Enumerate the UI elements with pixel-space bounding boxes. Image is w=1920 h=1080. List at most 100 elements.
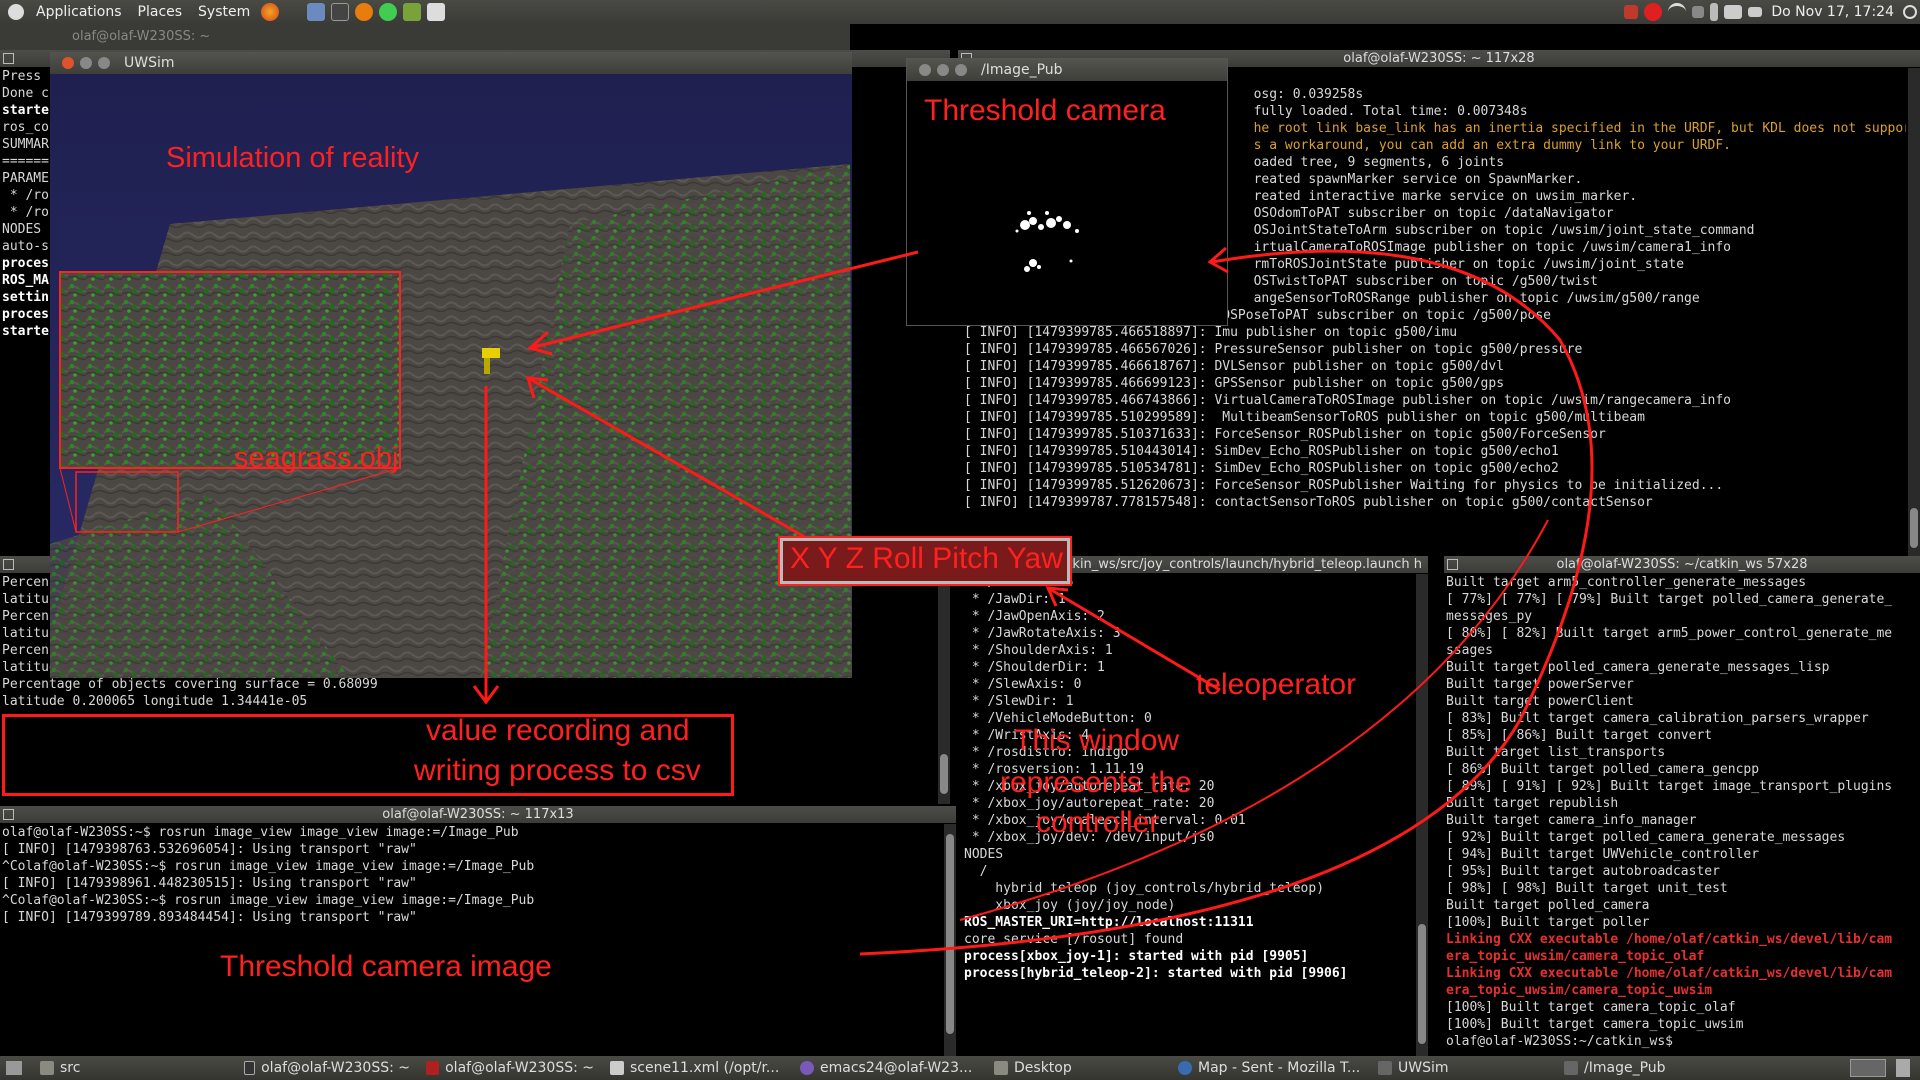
no-entry-icon[interactable]	[1644, 3, 1663, 21]
power-icon[interactable]	[1903, 5, 1917, 19]
window-icon	[1378, 1061, 1392, 1075]
editor-launcher-icon[interactable]	[403, 3, 422, 21]
terminal-imageview-output[interactable]: olaf@olaf-W230SS:~$ rosrun image_view im…	[2, 824, 942, 1056]
taskbar-item-terminal-1[interactable]: olaf@olaf-W230SS: ~	[238, 1057, 416, 1079]
taskbar-item-uwsim[interactable]: UWSim	[1372, 1057, 1554, 1079]
menu-places[interactable]: Places	[130, 4, 191, 20]
terminal-uwsim-scrollbar[interactable]	[1908, 68, 1920, 556]
terminal-line: [ INFO] [1479398961.448230515]: Using tr…	[2, 876, 417, 891]
terminal-icon	[244, 1061, 256, 1075]
blender-icon[interactable]	[355, 3, 374, 21]
bluetooth-icon[interactable]	[1710, 3, 1719, 21]
terminal-line: [ INFO] [1479399789.893484454]: Using tr…	[2, 910, 417, 925]
terminal-line: ^Colaf@olaf-W230SS:~$ rosrun image_view …	[2, 859, 535, 874]
terminal-line: [ INFO] [1479399785.510371633]: ForceSen…	[964, 427, 1606, 442]
trash-icon[interactable]	[1896, 1059, 1910, 1077]
close-icon[interactable]	[62, 57, 74, 69]
terminal-grid-icon[interactable]	[3, 809, 14, 820]
wifi-icon[interactable]	[1668, 3, 1687, 21]
terminal-teleop-scrollbar[interactable]	[1416, 574, 1428, 1056]
terminal-grid-icon[interactable]	[1447, 559, 1458, 570]
menu-system[interactable]: System	[190, 4, 258, 20]
terminal-imageview[interactable]: olaf@olaf-W230SS: ~ 117x13 olaf@olaf-W23…	[0, 806, 956, 1056]
terminal-line: process[hybrid_teleop-2]: started with p…	[964, 966, 1348, 981]
terminal-build[interactable]: olaf@olaf-W230SS: ~/catkin_ws 57x28 Buil…	[1444, 556, 1920, 1056]
annotation-csv-1: value recording and	[426, 714, 690, 747]
annotation-seagrass: seagrass.obj	[234, 442, 399, 474]
taskbar-item-desktop[interactable]: Desktop	[988, 1057, 1168, 1079]
taskbar-item-src[interactable]: src	[34, 1057, 234, 1079]
terminal-line: Linking CXX executable /home/olaf/catkin…	[1446, 932, 1893, 947]
terminal-build-output[interactable]: Built target arm5_controller_generate_me…	[1446, 574, 1906, 1056]
indicator-red-icon[interactable]	[1624, 5, 1639, 19]
terminal-line: ^Colaf@olaf-W230SS:~$ rosrun image_view …	[2, 893, 535, 908]
taskbar-item-scene[interactable]: scene11.xml (/opt/r...	[604, 1057, 790, 1079]
maximize-icon[interactable]	[98, 57, 110, 69]
terminal-line: [ INFO] [1479399787.778157548]: contactS…	[964, 495, 1653, 510]
terminal-line: * /ShoulderAxis: 1	[964, 643, 1113, 658]
top-panel: Applications Places System Do Nov 17, 17…	[0, 0, 1920, 24]
terminal-build-titlebar[interactable]: olaf@olaf-W230SS: ~/catkin_ws 57x28	[1444, 556, 1920, 573]
ubuntu-logo-icon[interactable]	[8, 4, 24, 20]
workspace-switcher[interactable]	[1850, 1059, 1886, 1077]
taskbar-item-image-pub[interactable]: /Image_Pub	[1558, 1057, 1738, 1079]
terminal-teleop-output[interactable]: * /JawAxis: 5 * /JawDir: 1 * /JawOpenAxi…	[964, 574, 1414, 1056]
calculator-icon[interactable]	[307, 3, 326, 21]
terminal-line: [ INFO] [1479399785.466518897]: Imu publ…	[964, 325, 1458, 340]
image-pub-titlebar[interactable]: /Image_Pub	[907, 59, 1227, 81]
terminal-line: [ 86%] Built target polled_camera_gencpp	[1446, 762, 1760, 777]
terminal-line: messages_py	[1446, 609, 1533, 624]
menu-applications[interactable]: Applications	[28, 4, 130, 20]
window-icon	[1564, 1061, 1578, 1075]
terminal-line: core service [/rosout] found	[964, 932, 1184, 947]
terminal-launcher-icon[interactable]	[331, 3, 350, 21]
terminal-line: Built target powerServer	[1446, 677, 1634, 692]
inkscape-icon[interactable]	[427, 3, 446, 21]
annotation-teleoperator: teleoperator	[1196, 668, 1357, 701]
terminal-line: [ 95%] Built target autobroadcaster	[1446, 864, 1720, 879]
terminal-line: [ INFO] [1479399785.466743866]: VirtualC…	[964, 393, 1732, 408]
terminal-line: Built target list_transports	[1446, 745, 1666, 760]
clock[interactable]: Do Nov 17, 17:24	[1765, 4, 1900, 20]
mail-icon[interactable]	[1748, 7, 1763, 17]
terminal-line: [ 77%] [ 77%] [ 79%] Built target polled…	[1446, 592, 1893, 607]
terminal-grid-icon[interactable]	[3, 559, 14, 570]
terminal-line: [ 85%] [ 86%] Built target convert	[1446, 728, 1713, 743]
terminal-line: latitude 0.200065 longitude 1.34441e-05	[2, 694, 308, 709]
show-desktop-icon[interactable]	[6, 1061, 22, 1075]
folder-icon	[40, 1061, 54, 1075]
terminal-grid-icon[interactable]	[3, 53, 14, 64]
qtcreator-icon[interactable]	[379, 3, 398, 21]
terminal-csv-scrollbar[interactable]	[938, 574, 950, 804]
uwsim-title: UWSim	[124, 55, 175, 71]
volume-icon[interactable]	[1692, 6, 1705, 18]
terminal-icon	[426, 1061, 440, 1075]
terminal-line: [ 80%] [ 82%] Built target arm5_power_co…	[1446, 626, 1893, 641]
thunderbird-icon	[1178, 1061, 1192, 1075]
terminal-line: [100%] Built target camera_topic_olaf	[1446, 1000, 1736, 1015]
terminal-teleop[interactable]: /catkin_ws/src/joy_controls/launch/hybri…	[958, 556, 1428, 1056]
terminal-line: [ INFO] [1479399785.466699123]: GPSSenso…	[964, 376, 1505, 391]
terminal-imageview-scrollbar[interactable]	[944, 824, 956, 1056]
minimize-icon[interactable]	[937, 64, 949, 76]
editor-icon	[610, 1061, 624, 1075]
terminal-line: Built target polled_camera	[1446, 898, 1650, 913]
terminal-line: Built target republish	[1446, 796, 1619, 811]
display-icon[interactable]	[1724, 5, 1743, 19]
firefox-icon[interactable]	[261, 3, 280, 21]
terminal-line: * /JawOpenAxis: 2	[964, 609, 1105, 624]
terminal-line: [ INFO] [1479399785.510534781]: SimDev_E…	[964, 461, 1559, 476]
terminal-line: * /JawDir: 1	[964, 592, 1066, 607]
terminal-line: [ 89%] [ 91%] [ 92%] Built target image_…	[1446, 779, 1893, 794]
annotation-sim: Simulation of reality	[166, 142, 420, 174]
uwsim-titlebar[interactable]: UWSim	[50, 52, 852, 74]
minimize-icon[interactable]	[80, 57, 92, 69]
annotation-xyz: X Y Z Roll Pitch Yaw	[790, 542, 1063, 575]
close-icon[interactable]	[919, 64, 931, 76]
taskbar-item-terminal-2[interactable]: olaf@olaf-W230SS: ~	[420, 1057, 600, 1079]
terminal-imageview-titlebar[interactable]: olaf@olaf-W230SS: ~ 117x13	[0, 806, 956, 823]
taskbar-item-thunderbird[interactable]: Map - Sent - Mozilla T...	[1172, 1057, 1368, 1079]
terminal-line: ssages	[1446, 643, 1493, 658]
maximize-icon[interactable]	[955, 64, 967, 76]
taskbar-item-emacs[interactable]: emacs24@olaf-W23...	[794, 1057, 984, 1079]
